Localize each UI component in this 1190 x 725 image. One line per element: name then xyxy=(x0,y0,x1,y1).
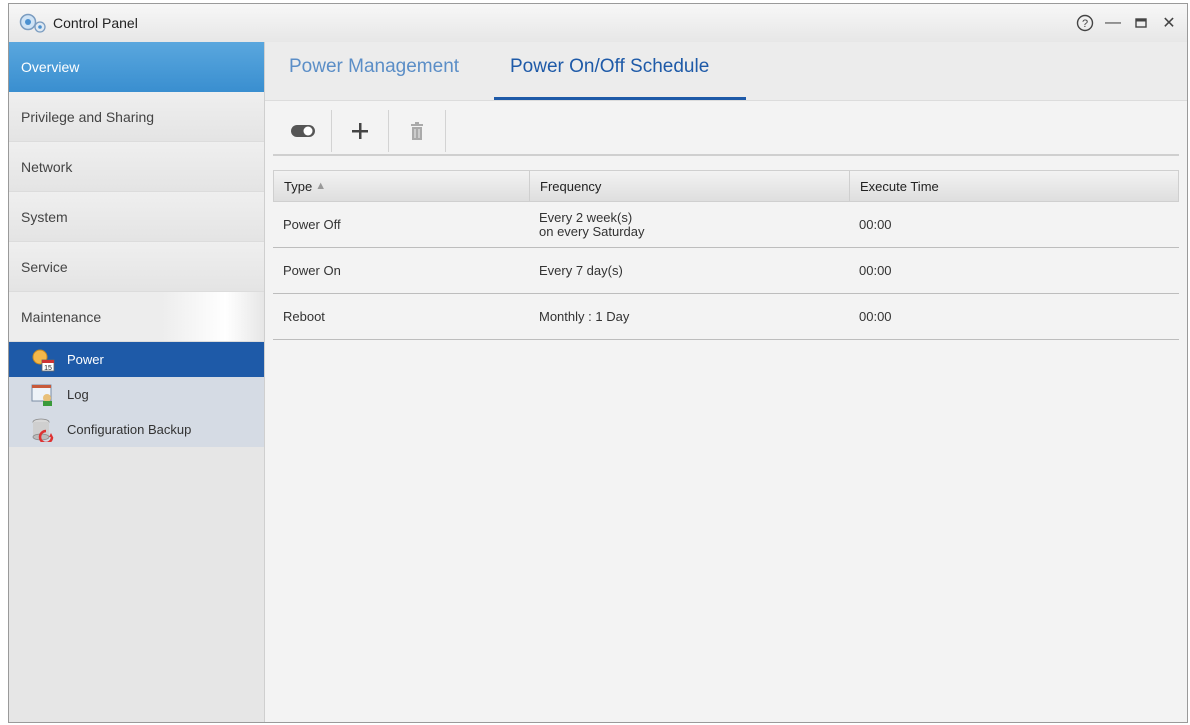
help-button[interactable]: ? xyxy=(1073,11,1097,35)
cell-type: Power On xyxy=(283,263,341,278)
toolbar-divider xyxy=(273,154,1179,156)
tab-power-management[interactable]: Power Management xyxy=(289,56,459,78)
sidebar-subitem-configuration-backup[interactable]: Configuration Backup xyxy=(9,412,264,447)
sidebar-item-privilege-and-sharing[interactable]: Privilege and Sharing xyxy=(9,92,264,142)
column-header-type-label: Type xyxy=(284,178,313,194)
schedule-table: Type ▲ Frequency Execute Time Power Off … xyxy=(273,170,1179,340)
maximize-icon xyxy=(1135,18,1147,28)
column-header-frequency-label: Frequency xyxy=(540,178,602,194)
toggle-schedule-button[interactable] xyxy=(275,110,332,152)
sidebar-item-service[interactable]: Service xyxy=(9,242,264,292)
cell-frequency-line2: on every Saturday xyxy=(539,223,645,239)
minimize-icon: — xyxy=(1105,14,1121,31)
close-icon: ✕ xyxy=(1162,15,1176,32)
main-content: Power Management Power On/Off Schedule T… xyxy=(265,42,1187,722)
help-icon: ? xyxy=(1076,14,1094,32)
sidebar-subitem-power-label: Power xyxy=(67,352,104,367)
add-schedule-button[interactable] xyxy=(332,110,389,152)
control-panel-gear-icon xyxy=(19,13,46,33)
cell-frequency: Every 2 week(s) on every Saturday xyxy=(529,202,849,247)
cell-execute-time: 00:00 xyxy=(859,309,892,324)
control-panel-window: Control Panel ? — ✕ Overview Privilege a… xyxy=(8,3,1188,723)
cell-type: Power Off xyxy=(283,217,341,232)
cell-frequency: Every 7 day(s) xyxy=(539,263,623,278)
close-button[interactable]: ✕ xyxy=(1157,11,1181,35)
power-schedule-icon: 15 xyxy=(32,349,55,372)
maintenance-submenu: 15 Power Log Configuration Backup xyxy=(9,342,264,447)
active-tab-indicator xyxy=(494,97,746,100)
table-row[interactable]: Reboot Monthly : 1 Day 00:00 xyxy=(273,294,1179,340)
maximize-button[interactable] xyxy=(1129,11,1153,35)
cell-type: Reboot xyxy=(283,309,325,324)
toggle-icon xyxy=(291,125,315,137)
sidebar-subitem-log[interactable]: Log xyxy=(9,377,264,412)
svg-text:?: ? xyxy=(1082,18,1088,30)
cell-execute-time: 00:00 xyxy=(859,217,892,232)
sidebar-subitem-power[interactable]: 15 Power xyxy=(9,342,264,377)
column-header-execute-time[interactable]: Execute Time xyxy=(850,171,1178,201)
tab-bar: Power Management Power On/Off Schedule xyxy=(265,42,1187,101)
delete-schedule-button[interactable] xyxy=(389,110,446,152)
cell-frequency: Monthly : 1 Day xyxy=(539,309,630,324)
tab-power-on-off-schedule[interactable]: Power On/Off Schedule xyxy=(510,56,709,78)
svg-text:15: 15 xyxy=(44,365,52,372)
add-icon xyxy=(352,123,368,139)
log-icon xyxy=(31,384,52,406)
sort-ascending-icon: ▲ xyxy=(315,180,327,192)
cell-frequency-line1: Every 2 week(s) xyxy=(539,209,633,225)
table-header: Type ▲ Frequency Execute Time xyxy=(273,170,1179,202)
database-backup-icon xyxy=(32,418,54,442)
minimize-button[interactable]: — xyxy=(1101,11,1125,35)
column-header-frequency[interactable]: Frequency xyxy=(530,171,850,201)
cell-execute-time: 00:00 xyxy=(859,263,892,278)
sidebar-item-maintenance[interactable]: Maintenance xyxy=(9,292,264,342)
sidebar-subitem-configuration-backup-label: Configuration Backup xyxy=(67,422,192,437)
sidebar-item-overview[interactable]: Overview xyxy=(9,42,264,92)
sidebar: Overview Privilege and Sharing Network S… xyxy=(9,42,265,722)
table-row[interactable]: Power Off Every 2 week(s) on every Satur… xyxy=(273,202,1179,248)
window-title: Control Panel xyxy=(53,15,138,31)
sidebar-subitem-log-label: Log xyxy=(67,387,89,402)
column-header-type[interactable]: Type ▲ xyxy=(274,171,530,201)
sidebar-item-system[interactable]: System xyxy=(9,192,264,242)
table-row[interactable]: Power On Every 7 day(s) 00:00 xyxy=(273,248,1179,294)
column-header-execute-time-label: Execute Time xyxy=(860,178,939,194)
sidebar-item-network[interactable]: Network xyxy=(9,142,264,192)
delete-icon xyxy=(411,122,423,140)
title-bar: Control Panel ? — ✕ xyxy=(9,4,1187,43)
schedule-toolbar xyxy=(275,110,446,152)
